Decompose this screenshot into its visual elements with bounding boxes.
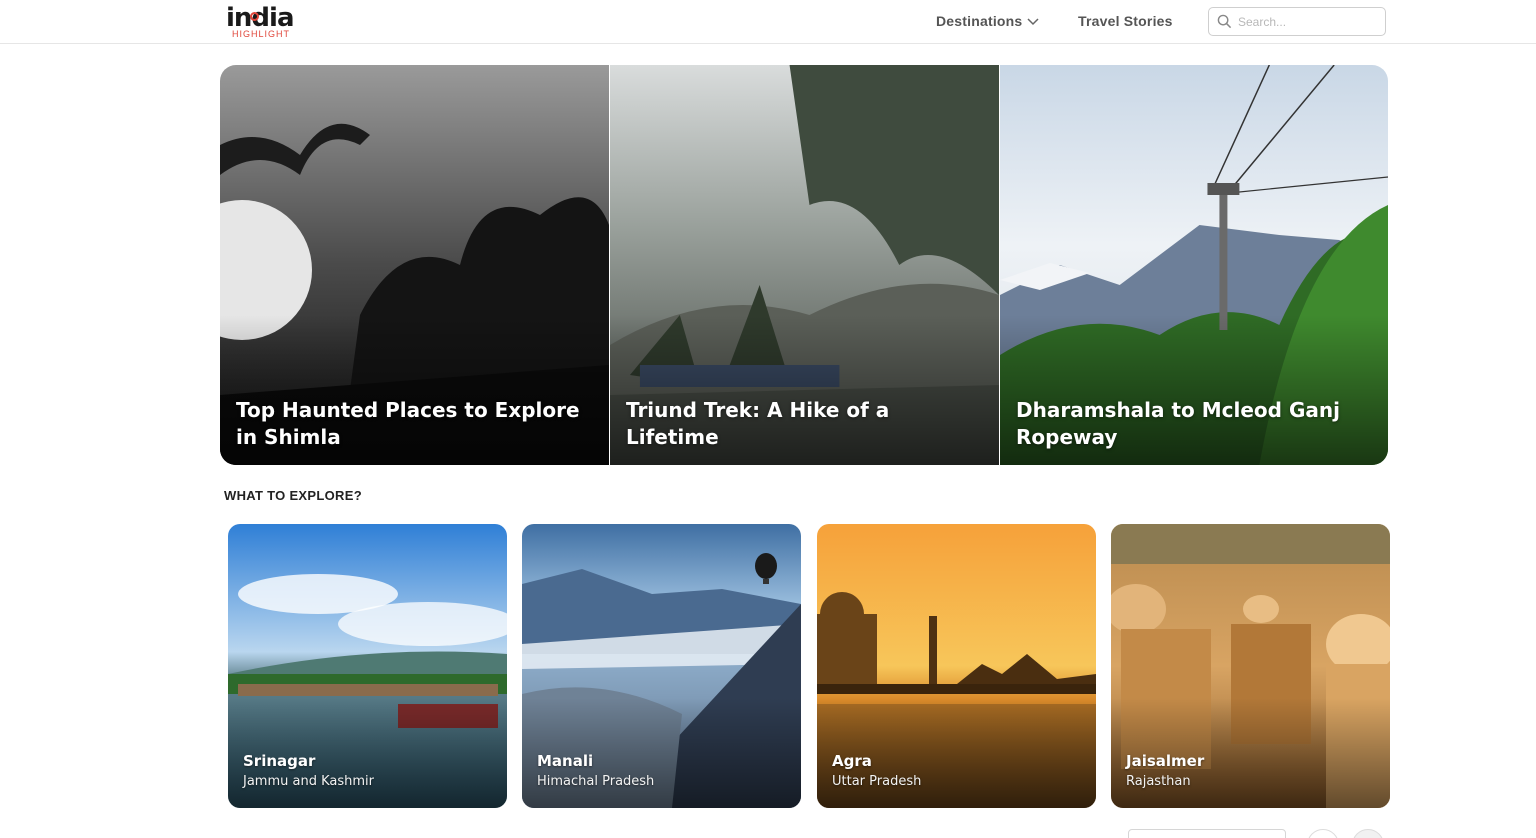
carousel-next-button[interactable] <box>1352 829 1384 838</box>
destination-state: Uttar Pradesh <box>832 774 922 789</box>
logo-subtitle: HIGHLIGHT <box>232 29 291 39</box>
hero-card-title: Dharamshala to Mcleod Ganj Ropeway <box>1016 398 1340 449</box>
featured-stories-banner: Top Haunted Places to Explore in Shimla … <box>220 65 1388 465</box>
search-input[interactable] <box>1238 14 1378 29</box>
destination-carousel: Srinagar Jammu and Kashmir Manali Himach… <box>228 524 1391 808</box>
hero-card-title: Top Haunted Places to Explore in Shimla <box>236 398 580 449</box>
destination-state: Himachal Pradesh <box>537 774 655 789</box>
destination-card-manali[interactable]: Manali Himachal Pradesh <box>522 524 801 808</box>
nav-travel-stories[interactable]: Travel Stories <box>1078 10 1173 32</box>
destination-name: Srinagar <box>243 752 316 770</box>
hero-card-shimla[interactable]: Top Haunted Places to Explore in Shimla <box>220 65 609 465</box>
search-box[interactable] <box>1208 7 1386 36</box>
destination-name: Agra <box>832 752 872 770</box>
top-header: india HIGHLIGHT Destinations Travel Stor… <box>0 0 1536 44</box>
nav-travel-stories-label: Travel Stories <box>1078 13 1173 29</box>
nav-destinations[interactable]: Destinations <box>936 10 1040 32</box>
destination-name: Manali <box>537 752 594 770</box>
destination-card-jaisalmer[interactable]: Jaisalmer Rajasthan <box>1111 524 1390 808</box>
destination-state: Jammu and Kashmir <box>243 774 374 789</box>
section-heading-what-to-explore: WHAT TO EXPLORE? <box>224 488 362 503</box>
view-all-button[interactable] <box>1128 829 1286 838</box>
hero-card-ropeway[interactable]: Dharamshala to Mcleod Ganj Ropeway <box>999 65 1388 465</box>
search-icon <box>1217 14 1232 29</box>
hero-card-title: Triund Trek: A Hike of a Lifetime <box>626 398 890 449</box>
destination-name: Jaisalmer <box>1126 752 1205 770</box>
nav-destinations-label: Destinations <box>936 13 1023 29</box>
destination-card-agra[interactable]: Agra Uttar Pradesh <box>817 524 1096 808</box>
india-highlight-logo[interactable]: india HIGHLIGHT <box>226 2 316 40</box>
destination-state: Rajasthan <box>1126 774 1191 789</box>
hero-card-triund[interactable]: Triund Trek: A Hike of a Lifetime <box>609 65 999 465</box>
logo-pin-icon <box>250 12 259 21</box>
carousel-prev-button[interactable] <box>1307 829 1339 838</box>
destination-card-srinagar[interactable]: Srinagar Jammu and Kashmir <box>228 524 507 808</box>
chevron-down-icon <box>1027 18 1039 26</box>
